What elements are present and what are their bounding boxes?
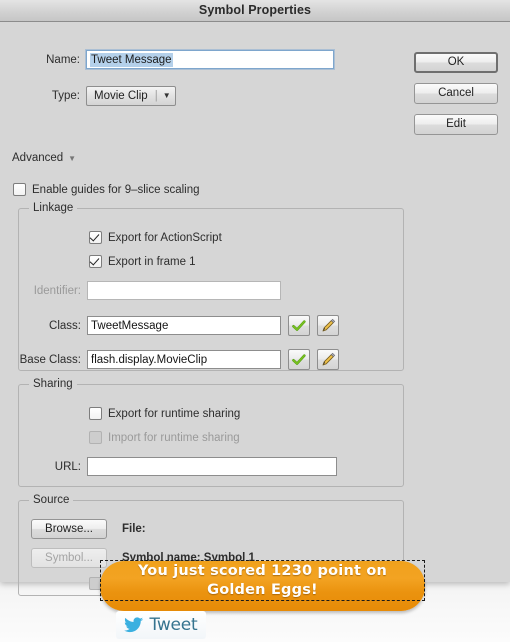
dialog-body: Name: Tweet Message Type: Movie Clip | ▼… (0, 22, 510, 596)
symbol-properties-dialog: Symbol Properties Name: Tweet Message Ty… (0, 0, 510, 596)
linkage-group: Linkage Export for ActionScript Export i… (18, 202, 404, 371)
export-frame1-label: Export in frame 1 (108, 255, 196, 268)
name-row: Name: Tweet Message (0, 50, 400, 69)
base-class-row: Base Class: flash.display.MovieClip (19, 349, 339, 370)
import-runtime-checkbox (89, 431, 102, 444)
identifier-row: Identifier: (19, 281, 281, 300)
class-value: TweetMessage (91, 319, 169, 332)
export-actionscript-row[interactable]: Export for ActionScript (89, 231, 222, 244)
name-input[interactable]: Tweet Message (86, 50, 334, 69)
export-actionscript-checkbox[interactable] (89, 231, 102, 244)
url-input[interactable] (87, 457, 337, 476)
import-runtime-row: Import for runtime sharing (89, 431, 240, 444)
export-runtime-checkbox[interactable] (89, 407, 102, 420)
file-label: File: (122, 523, 146, 535)
nine-slice-row[interactable]: Enable guides for 9–slice scaling (13, 183, 200, 196)
name-input-value: Tweet Message (90, 52, 173, 67)
tweet-button[interactable]: Tweet (116, 611, 206, 639)
score-bubble-text: You just scored 1230 point on Golden Egg… (100, 562, 425, 600)
sharing-group: Sharing Export for runtime sharing Impor… (18, 378, 404, 487)
score-bubble-line-1: You just scored 1230 point on (137, 563, 388, 579)
ok-button[interactable]: OK (414, 52, 498, 73)
sharing-group-title: Sharing (29, 378, 77, 390)
class-validate-button[interactable] (288, 315, 310, 336)
url-label: URL: (54, 460, 81, 473)
dialog-button-column: OK Cancel Edit (414, 52, 498, 145)
type-row: Type: Movie Clip | ▼ (0, 86, 176, 106)
chevron-down-icon: ▼ (162, 91, 171, 100)
export-frame1-checkbox[interactable] (89, 255, 102, 268)
dialog-titlebar[interactable]: Symbol Properties (0, 0, 510, 22)
class-label: Class: (49, 319, 81, 332)
type-dropdown-value: Movie Clip (94, 90, 148, 102)
base-class-label: Base Class: (19, 353, 81, 366)
export-actionscript-label: Export for ActionScript (108, 231, 222, 244)
base-class-input[interactable]: flash.display.MovieClip (87, 350, 281, 369)
export-frame1-row[interactable]: Export in frame 1 (89, 255, 196, 268)
pencil-icon (322, 318, 335, 332)
class-edit-button[interactable] (317, 315, 339, 336)
identifier-input[interactable] (87, 281, 281, 300)
class-row: Class: TweetMessage (19, 315, 339, 336)
checkmark-icon (292, 353, 306, 365)
advanced-disclosure[interactable]: Advanced ▼ (12, 152, 76, 164)
base-class-value: flash.display.MovieClip (91, 353, 208, 366)
import-runtime-label: Import for runtime sharing (108, 431, 240, 444)
twitter-bird-icon (124, 616, 144, 632)
export-runtime-row[interactable]: Export for runtime sharing (89, 407, 240, 420)
linkage-group-title: Linkage (29, 202, 78, 214)
export-runtime-label: Export for runtime sharing (108, 407, 241, 420)
browse-button[interactable]: Browse... (31, 519, 107, 539)
url-row: URL: (19, 457, 337, 476)
pencil-icon (322, 352, 335, 366)
base-class-validate-button[interactable] (288, 349, 310, 370)
triangle-down-icon: ▼ (68, 154, 77, 163)
type-label: Type: (51, 90, 80, 102)
nine-slice-checkbox[interactable] (13, 183, 26, 196)
class-input[interactable]: TweetMessage (87, 316, 281, 335)
type-dropdown-separator: | (154, 90, 158, 102)
checkmark-icon (292, 319, 306, 331)
name-label: Name: (46, 53, 80, 66)
edit-button[interactable]: Edit (414, 114, 498, 135)
base-class-edit-button[interactable] (317, 349, 339, 370)
source-file-row: Browse... File: (31, 519, 146, 539)
tweet-button-label: Tweet (149, 615, 198, 635)
cancel-button[interactable]: Cancel (414, 83, 498, 104)
identifier-label: Identifier: (33, 284, 81, 297)
score-bubble-line-2: Golden Eggs! (207, 582, 318, 598)
advanced-label: Advanced (12, 152, 64, 164)
source-group-title: Source (29, 494, 74, 506)
screen: Symbol Properties Name: Tweet Message Ty… (0, 0, 510, 642)
type-dropdown[interactable]: Movie Clip | ▼ (86, 86, 176, 106)
dialog-title: Symbol Properties (198, 3, 312, 17)
nine-slice-label: Enable guides for 9–slice scaling (32, 183, 200, 196)
